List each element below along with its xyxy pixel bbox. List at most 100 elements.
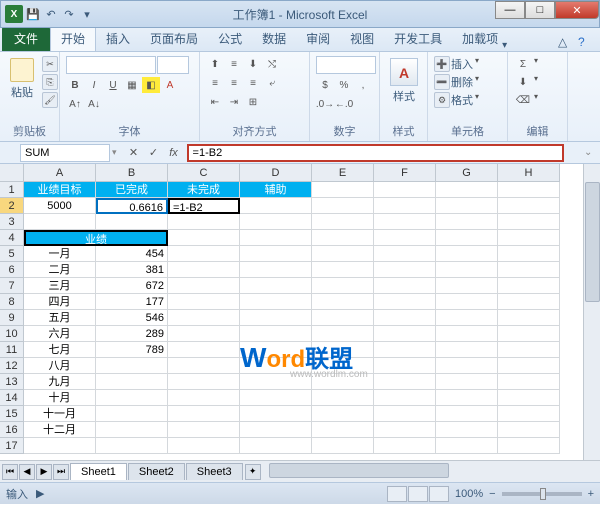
cell-H13[interactable] bbox=[498, 374, 560, 390]
minimize-button[interactable]: — bbox=[495, 1, 525, 19]
percent-icon[interactable]: % bbox=[335, 77, 353, 93]
row-header-15[interactable]: 15 bbox=[0, 406, 24, 422]
row-header-6[interactable]: 6 bbox=[0, 262, 24, 278]
cell-A7[interactable]: 三月 bbox=[24, 278, 96, 294]
cell-H7[interactable] bbox=[498, 278, 560, 294]
enter-formula-icon[interactable]: ✓ bbox=[145, 144, 163, 162]
help-icon[interactable]: ? bbox=[578, 35, 594, 51]
currency-icon[interactable]: $ bbox=[316, 77, 334, 93]
cell-B1[interactable]: 已完成 bbox=[96, 182, 168, 198]
cell-F1[interactable] bbox=[374, 182, 436, 198]
shrink-font-icon[interactable]: A↓ bbox=[85, 96, 103, 112]
row-header-11[interactable]: 11 bbox=[0, 342, 24, 358]
cell-G4[interactable] bbox=[436, 230, 498, 246]
border-button[interactable]: ▦ bbox=[123, 77, 141, 93]
close-button[interactable]: ✕ bbox=[555, 1, 599, 19]
cell-G1[interactable] bbox=[436, 182, 498, 198]
cell-D1[interactable]: 辅助 bbox=[240, 182, 312, 198]
format-cell-icon[interactable]: ⚙ bbox=[434, 92, 450, 108]
cell-C1[interactable]: 未完成 bbox=[168, 182, 240, 198]
cell-F15[interactable] bbox=[374, 406, 436, 422]
increase-indent-icon[interactable]: ⇥ bbox=[225, 94, 243, 110]
cell-C11[interactable] bbox=[168, 342, 240, 358]
undo-icon[interactable]: ↶ bbox=[43, 6, 59, 22]
cell-D9[interactable] bbox=[240, 310, 312, 326]
cell-C3[interactable] bbox=[168, 214, 240, 230]
qat-dropdown-icon[interactable]: ▾ bbox=[79, 6, 95, 22]
cell-D8[interactable] bbox=[240, 294, 312, 310]
cell-D4[interactable] bbox=[240, 230, 312, 246]
align-left-icon[interactable]: ≡ bbox=[206, 75, 224, 91]
cell-F10[interactable] bbox=[374, 326, 436, 342]
cell-D17[interactable] bbox=[240, 438, 312, 454]
cell-E9[interactable] bbox=[312, 310, 374, 326]
cell-grid[interactable]: 业绩目标已完成未完成辅助50000.6616=1-B2业绩一月454二月381三… bbox=[24, 182, 564, 462]
cell-A2[interactable]: 5000 bbox=[24, 198, 96, 214]
cell-B6[interactable]: 381 bbox=[96, 262, 168, 278]
font-family-combo[interactable] bbox=[66, 56, 156, 74]
cell-C8[interactable] bbox=[168, 294, 240, 310]
col-header-E[interactable]: E bbox=[312, 164, 374, 182]
cell-C14[interactable] bbox=[168, 390, 240, 406]
col-header-A[interactable]: A bbox=[24, 164, 96, 182]
name-box-dropdown-icon[interactable]: ▾ bbox=[112, 147, 117, 158]
cell-G7[interactable] bbox=[436, 278, 498, 294]
col-header-B[interactable]: B bbox=[96, 164, 168, 182]
sheet-nav-last-icon[interactable]: ⏭ bbox=[53, 464, 69, 480]
cell-E1[interactable] bbox=[312, 182, 374, 198]
tab-insert[interactable]: 插入 bbox=[96, 26, 140, 51]
cell-F7[interactable] bbox=[374, 278, 436, 294]
cell-A17[interactable] bbox=[24, 438, 96, 454]
cell-F13[interactable] bbox=[374, 374, 436, 390]
cell-H12[interactable] bbox=[498, 358, 560, 374]
cell-D6[interactable] bbox=[240, 262, 312, 278]
zoom-slider[interactable] bbox=[502, 492, 582, 496]
cell-C15[interactable] bbox=[168, 406, 240, 422]
normal-view-icon[interactable] bbox=[387, 486, 407, 502]
save-icon[interactable]: 💾 bbox=[25, 6, 41, 22]
vertical-scroll-thumb[interactable] bbox=[585, 182, 600, 302]
row-header-2[interactable]: 2 bbox=[0, 198, 24, 214]
cell-B9[interactable]: 546 bbox=[96, 310, 168, 326]
cell-C9[interactable] bbox=[168, 310, 240, 326]
tab-layout[interactable]: 页面布局 bbox=[140, 26, 208, 51]
cell-G11[interactable] bbox=[436, 342, 498, 358]
sheet-tab-2[interactable]: Sheet2 bbox=[128, 463, 185, 480]
decrease-indent-icon[interactable]: ⇤ bbox=[206, 94, 224, 110]
insert-cell-icon[interactable]: ➕ bbox=[434, 56, 450, 72]
cell-A6[interactable]: 二月 bbox=[24, 262, 96, 278]
cell-A16[interactable]: 十二月 bbox=[24, 422, 96, 438]
number-format-combo[interactable] bbox=[316, 56, 376, 74]
sheet-nav-first-icon[interactable]: ⏮ bbox=[2, 464, 18, 480]
align-bottom-icon[interactable]: ⬇ bbox=[244, 56, 262, 72]
addins-dropdown-icon[interactable]: ▾ bbox=[502, 40, 507, 51]
cell-C10[interactable] bbox=[168, 326, 240, 342]
row-header-9[interactable]: 9 bbox=[0, 310, 24, 326]
fill-color-button[interactable]: ◧ bbox=[142, 77, 160, 93]
decrease-decimal-icon[interactable]: ←.0 bbox=[335, 96, 353, 112]
tab-review[interactable]: 审阅 bbox=[296, 26, 340, 51]
bold-button[interactable]: B bbox=[66, 77, 84, 93]
cell-G14[interactable] bbox=[436, 390, 498, 406]
cell-B2[interactable]: 0.6616 bbox=[96, 198, 168, 214]
row-header-3[interactable]: 3 bbox=[0, 214, 24, 230]
row-header-7[interactable]: 7 bbox=[0, 278, 24, 294]
clear-icon[interactable]: ⌫ bbox=[514, 92, 532, 108]
cell-B16[interactable] bbox=[96, 422, 168, 438]
cell-G9[interactable] bbox=[436, 310, 498, 326]
cell-H8[interactable] bbox=[498, 294, 560, 310]
vertical-scrollbar[interactable] bbox=[583, 164, 600, 460]
cell-B17[interactable] bbox=[96, 438, 168, 454]
cell-G2[interactable] bbox=[436, 198, 498, 214]
autosum-icon[interactable]: Σ bbox=[514, 56, 532, 72]
align-center-icon[interactable]: ≡ bbox=[225, 75, 243, 91]
col-header-F[interactable]: F bbox=[374, 164, 436, 182]
copy-icon[interactable]: ⎘ bbox=[42, 74, 58, 90]
minimize-ribbon-icon[interactable]: △ bbox=[558, 35, 574, 51]
cell-C17[interactable] bbox=[168, 438, 240, 454]
cell-A13[interactable]: 九月 bbox=[24, 374, 96, 390]
cell-G13[interactable] bbox=[436, 374, 498, 390]
cell-H10[interactable] bbox=[498, 326, 560, 342]
delete-cell-icon[interactable]: ➖ bbox=[434, 74, 450, 90]
cell-A3[interactable] bbox=[24, 214, 96, 230]
